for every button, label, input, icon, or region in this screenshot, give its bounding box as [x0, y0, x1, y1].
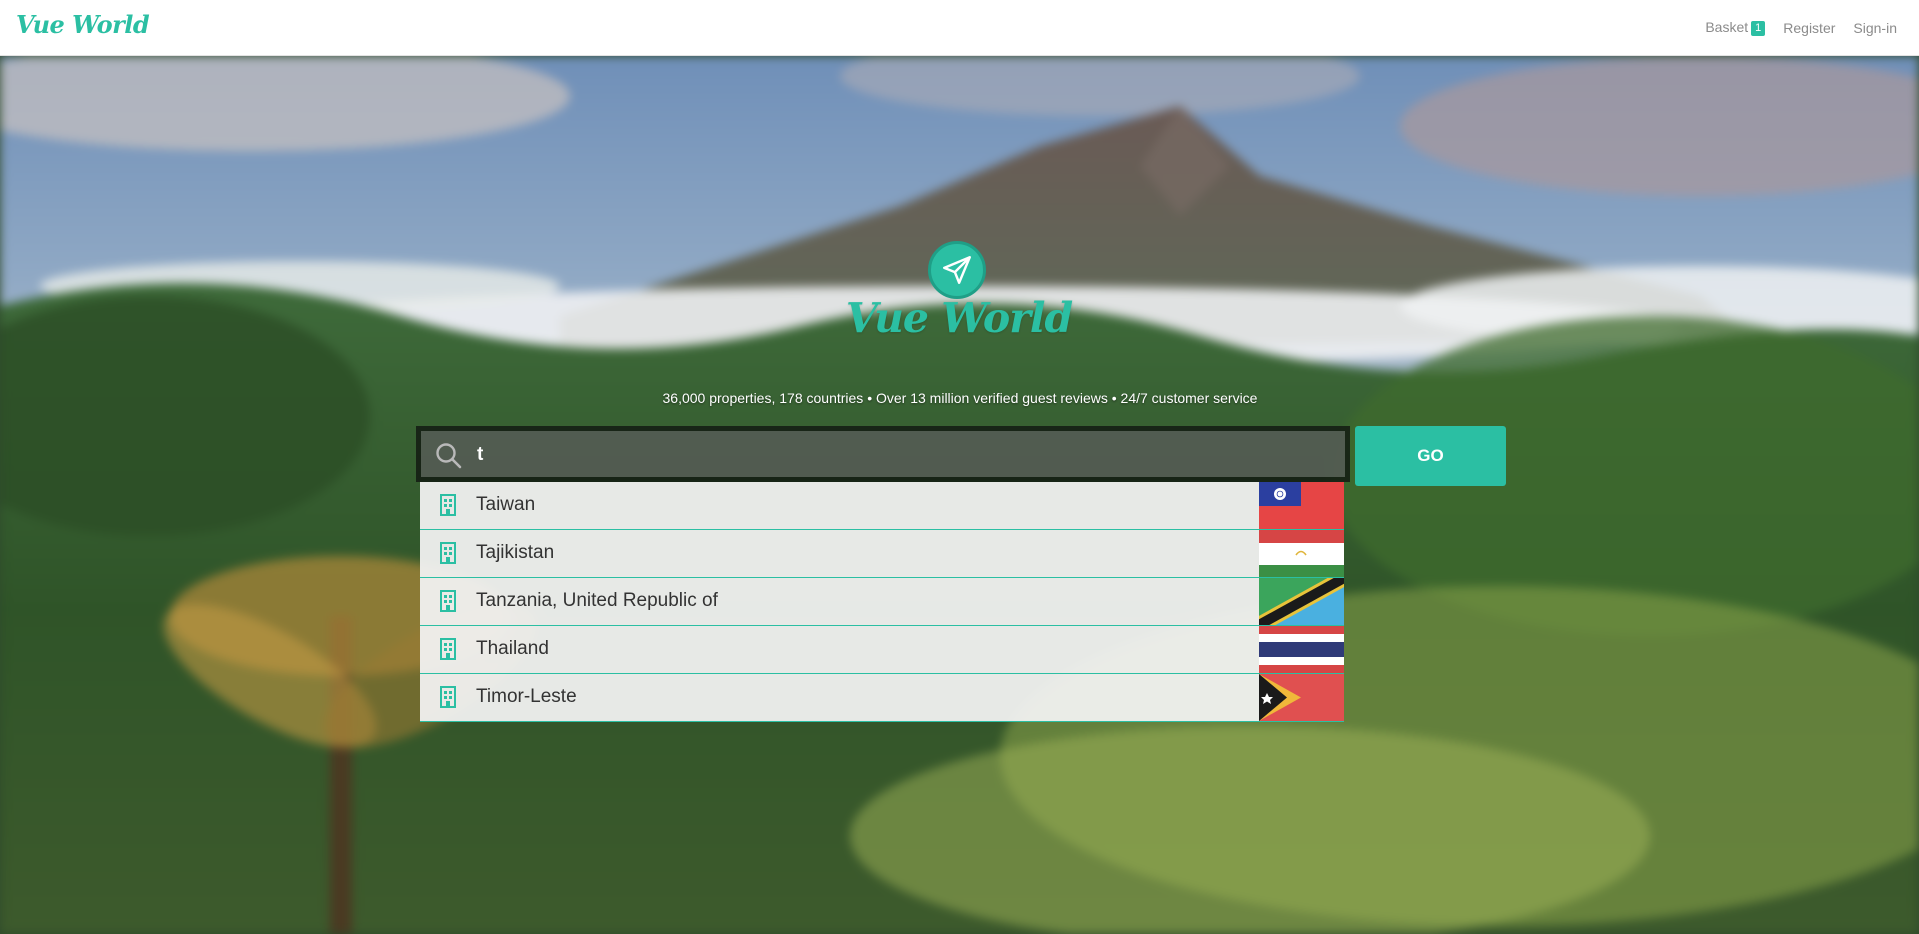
timor-leste-flag-icon [1259, 674, 1344, 721]
basket-link[interactable]: Basket 1 [1705, 19, 1766, 36]
search-inner [421, 431, 1345, 479]
suggestion-label: Thailand [476, 638, 549, 659]
suggestion-label: Tajikistan [476, 542, 555, 563]
suggestion-label: Tanzania, United Republic of [476, 590, 718, 611]
signin-link[interactable]: Sign-in [1853, 20, 1897, 36]
building-icon [440, 590, 456, 612]
search-box [416, 426, 1350, 482]
tanzania-flag-icon [1259, 578, 1344, 625]
taiwan-flag-icon [1259, 482, 1344, 529]
thailand-flag-icon [1259, 626, 1344, 673]
basket-label: Basket [1705, 19, 1749, 35]
suggestion-item-tanzania[interactable]: Tanzania, United Republic of [420, 578, 1344, 626]
top-nav: Basket 1 Register Sign-in [1705, 19, 1897, 36]
suggestion-dropdown: Taiwan Tajikistan Tanzania, United Repub… [420, 482, 1344, 722]
building-icon [440, 542, 456, 564]
suggestion-item-taiwan[interactable]: Taiwan [420, 482, 1344, 530]
search-icon [436, 443, 462, 469]
search-input[interactable] [475, 431, 1329, 479]
top-navbar: Vue World Basket 1 Register Sign-in [0, 0, 1919, 56]
suggestion-label: Taiwan [476, 494, 536, 515]
paper-plane-logo [928, 241, 986, 299]
brand-logo[interactable]: Vue World [16, 10, 150, 39]
hero-logo-text: Vue World [845, 294, 1073, 342]
paper-plane-icon [943, 256, 971, 284]
suggestion-item-thailand[interactable]: Thailand [420, 626, 1344, 674]
tajikistan-flag-icon [1259, 530, 1344, 577]
suggestion-label: Timor-Leste [476, 686, 577, 707]
building-icon [440, 494, 456, 516]
building-icon [440, 686, 456, 708]
suggestion-item-timor-leste[interactable]: Timor-Leste [420, 674, 1344, 722]
register-link[interactable]: Register [1783, 20, 1835, 36]
building-icon [440, 638, 456, 660]
go-button[interactable]: GO [1355, 426, 1506, 486]
tagline: 36,000 properties, 178 countries • Over … [662, 390, 1258, 406]
suggestion-item-tajikistan[interactable]: Tajikistan [420, 530, 1344, 578]
basket-count-badge: 1 [1751, 21, 1766, 36]
